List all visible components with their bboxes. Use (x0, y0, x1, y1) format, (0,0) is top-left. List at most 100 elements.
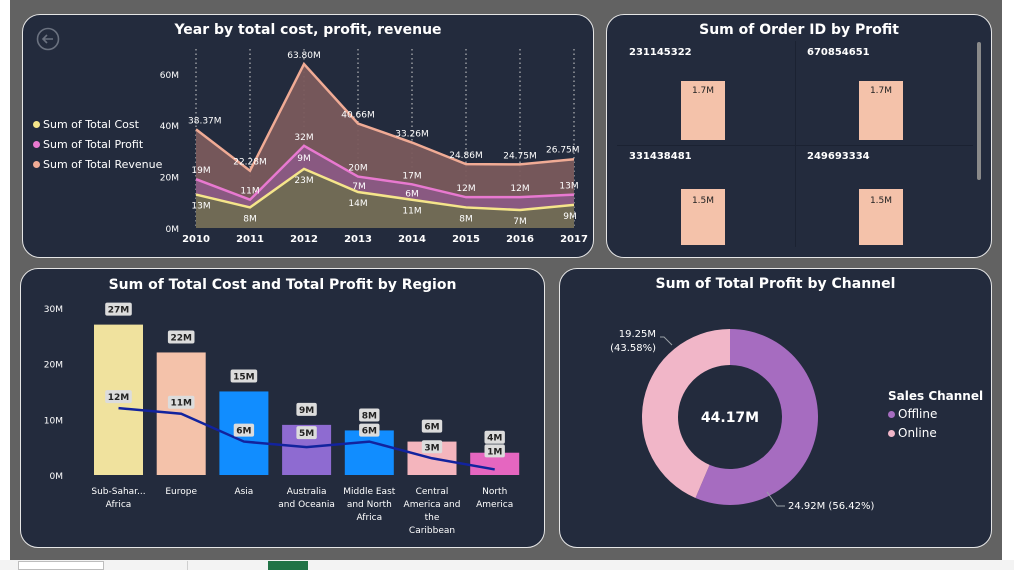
category-label: America (476, 500, 513, 510)
cost-data-label: 22M (170, 333, 192, 343)
cost-data-label: 4M (487, 434, 502, 444)
offline-swatch (888, 410, 895, 418)
category-label: Africa (356, 513, 382, 523)
x-tick-label: 2010 (182, 234, 210, 245)
data-label: 24.86M (449, 151, 483, 161)
category-label: the (425, 513, 440, 523)
order-tile[interactable]: 670854651 1.7M (795, 45, 971, 145)
y-tick-label: 30M (44, 305, 63, 315)
channel-legend: Sales Channel Offline Online (888, 389, 983, 440)
data-label: 33.26M (395, 130, 429, 140)
data-label: 19M (191, 166, 210, 176)
offline-legend-label: Offline (898, 407, 938, 421)
data-label: 63.80M (287, 51, 321, 61)
online-data-percent: (43.58%) (610, 343, 656, 354)
order-tile-id: 670854651 (807, 47, 870, 58)
channel-legend-item[interactable]: Offline (888, 407, 983, 421)
data-label: 11M (240, 187, 259, 197)
order-tile-value: 1.5M (869, 196, 893, 206)
category-label: Asia (234, 487, 253, 497)
data-label: 22.28M (233, 158, 267, 168)
profit-data-label: 1M (487, 447, 502, 457)
y-tick-label: 10M (44, 416, 63, 426)
cost-data-label: 8M (362, 411, 377, 421)
data-label: 17M (402, 171, 421, 181)
order-tile-value: 1.7M (869, 86, 893, 96)
category-label: North (482, 487, 507, 497)
online-data-label: 19.25M (619, 329, 656, 340)
data-label: 7M (513, 217, 527, 227)
x-tick-label: 2013 (344, 234, 372, 245)
y-tick-label: 0M (50, 472, 64, 482)
cost-data-label: 27M (108, 306, 130, 316)
data-label: 13M (559, 182, 578, 192)
category-label: Middle East (343, 487, 395, 497)
region-bar (344, 430, 394, 475)
order-tile-id: 249693334 (807, 151, 870, 162)
data-label: 23M (294, 176, 313, 186)
data-label: 9M (297, 154, 311, 164)
data-label: 8M (459, 214, 473, 224)
data-label: 14M (348, 199, 367, 209)
data-label: 12M (456, 184, 475, 194)
page-tab-active[interactable] (268, 561, 308, 570)
y-tick-label: 60M (160, 71, 179, 81)
report-canvas: Year by total cost, profit, revenue Sum … (10, 0, 1002, 560)
year-chart-panel[interactable]: Year by total cost, profit, revenue Sum … (22, 14, 594, 258)
cost-data-label: 9M (299, 406, 314, 416)
channel-legend-title: Sales Channel (888, 389, 984, 403)
data-label: 11M (402, 207, 421, 217)
order-tile[interactable]: 331438481 1.5M (617, 149, 793, 249)
x-tick-label: 2014 (398, 234, 426, 245)
region-combo-chart: 0M 10M 20M 30M 27M 22M 15M 9M 8M 6M 4M 12M 11M 6M 5M 6M… (44, 302, 520, 536)
channel-legend-item[interactable]: Online (888, 426, 983, 440)
order-tile[interactable]: 249693334 1.5M (795, 149, 971, 249)
data-label: 12M (510, 184, 529, 194)
data-label: 8M (243, 214, 257, 224)
data-label: 26.75M (546, 145, 580, 155)
online-legend-label: Online (898, 426, 937, 440)
x-tick-label: 2011 (236, 234, 264, 245)
profit-data-label: 12M (108, 393, 130, 403)
order-tile[interactable]: 231145322 1.7M (617, 45, 793, 145)
data-label: 40.66M (341, 111, 375, 121)
category-label: and Oceania (278, 500, 335, 510)
data-label: 32M (294, 133, 313, 143)
category-label: America and (404, 500, 461, 510)
order-tile-id: 231145322 (629, 47, 692, 58)
donut-center-total: 44.17M (701, 410, 759, 426)
data-label: 7M (352, 182, 366, 192)
y-tick-label: 40M (160, 122, 179, 132)
order-tile-id: 331438481 (629, 151, 692, 162)
data-label: 13M (191, 202, 210, 212)
category-label: Central (416, 487, 449, 497)
x-tick-label: 2017 (560, 234, 588, 245)
category-label: Africa (106, 500, 132, 510)
page-tab[interactable] (18, 561, 104, 570)
order-scrollbar[interactable] (977, 42, 981, 180)
data-label: 6M (405, 190, 419, 200)
order-grid-divider-h (617, 145, 973, 146)
category-label: and North (347, 500, 392, 510)
category-label: Europe (165, 487, 197, 497)
profit-data-label: 11M (170, 399, 192, 409)
data-label: 24.75M (503, 151, 537, 161)
x-tick-label: 2012 (290, 234, 318, 245)
x-tick-label: 2015 (452, 234, 480, 245)
cost-data-label: 6M (424, 423, 439, 433)
profit-data-label: 3M (424, 443, 439, 453)
data-label: 9M (563, 212, 577, 222)
page-tab[interactable] (104, 561, 188, 570)
cost-data-label: 15M (233, 372, 255, 382)
order-chart-title: Sum of Order ID by Profit (699, 22, 899, 38)
region-chart-panel[interactable]: Sum of Total Cost and Total Profit by Re… (20, 268, 545, 548)
category-label: Caribbean (409, 526, 455, 536)
order-tile-value: 1.7M (691, 86, 715, 96)
order-chart-panel[interactable]: Sum of Order ID by Profit 231145322 1.7M… (606, 14, 992, 258)
profit-data-label: 6M (362, 427, 377, 437)
category-label: Sub-Sahar... (91, 487, 145, 497)
x-tick-label: 2016 (506, 234, 534, 245)
offline-data-label: 24.92M (56.42%) (788, 501, 874, 512)
channel-chart-panel[interactable]: Sum of Total Profit by Channel 44.17M 24.… (559, 268, 992, 548)
year-area-chart: 0M 20M 40M 60M 2010 2011 2012 2013 2014 2015 2016 2… (160, 49, 588, 245)
